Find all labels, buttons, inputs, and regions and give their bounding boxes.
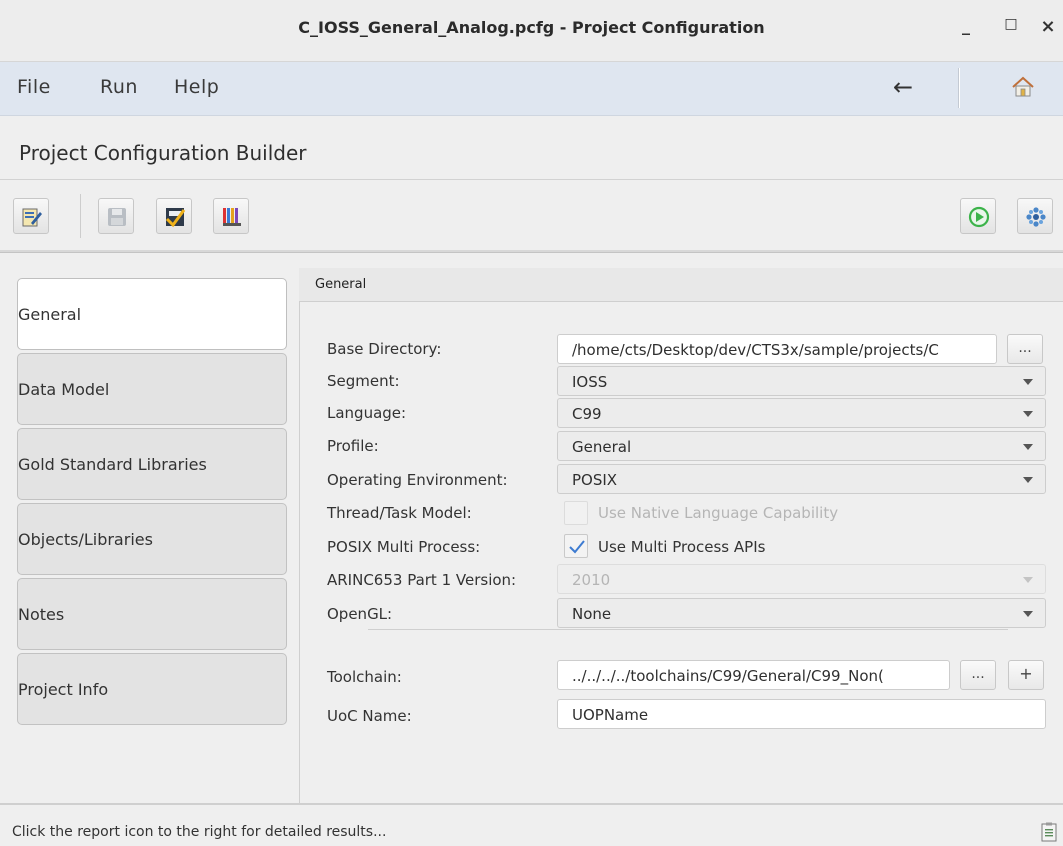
settings-icon (1026, 207, 1046, 227)
run-icon (968, 206, 990, 228)
language-select[interactable]: C99 (557, 398, 1046, 428)
opengl-select[interactable]: None (557, 598, 1046, 628)
tab-label: Project Info (18, 680, 109, 699)
panel-title: General (315, 277, 367, 292)
profile-label: Profile: (327, 437, 379, 455)
tab-notes[interactable]: Notes (17, 578, 287, 650)
base-directory-value: /home/cts/Desktop/dev/CTS3x/sample/proje… (572, 341, 939, 359)
status-message: Click the report icon to the right for d… (12, 824, 387, 840)
tab-general[interactable]: General (17, 278, 287, 350)
run-button[interactable] (960, 198, 996, 234)
arinc653-version-value: 2010 (572, 571, 611, 589)
opengl-value: None (572, 605, 612, 623)
panel-bottom-border (0, 803, 1063, 805)
menu-run[interactable]: Run (100, 76, 138, 98)
multi-process-checkbox[interactable] (564, 534, 588, 558)
profile-value: General (572, 438, 632, 456)
menu-help[interactable]: Help (174, 76, 219, 98)
chevron-down-icon (1023, 379, 1033, 385)
settings-button[interactable] (1017, 198, 1053, 234)
base-directory-browse-button[interactable]: ... (1007, 334, 1043, 364)
opengl-label: OpenGL: (327, 605, 393, 623)
tab-label: Gold Standard Libraries (18, 455, 207, 474)
operating-environment-label: Operating Environment: (327, 471, 508, 489)
thread-task-model-label: Thread/Task Model: (327, 504, 472, 522)
profile-select[interactable]: General (557, 431, 1046, 461)
tab-label: Notes (18, 605, 65, 624)
native-language-checkbox-label: Use Native Language Capability (598, 504, 839, 522)
operating-environment-value: POSIX (572, 471, 618, 489)
save-icon (108, 208, 126, 226)
tab-data-model[interactable]: Data Model (17, 353, 287, 425)
language-label: Language: (327, 404, 407, 422)
tab-label: Data Model (18, 380, 110, 399)
window-title: C_IOSS_General_Analog.pcfg - Project Con… (298, 18, 765, 37)
heading-divider (0, 179, 1063, 180)
close-button[interactable]: × (1036, 16, 1060, 40)
toolbar-divider (0, 250, 1063, 253)
arinc653-version-label: ARINC653 Part 1 Version: (327, 571, 517, 589)
toolchain-field[interactable]: ../../../../toolchains/C99/General/C99_N… (557, 660, 950, 690)
toolchain-label: Toolchain: (327, 668, 402, 686)
toolchain-value: ../../../../toolchains/C99/General/C99_N… (572, 667, 884, 685)
toolchain-add-button[interactable]: + (1008, 660, 1044, 690)
report-columns-icon (223, 208, 241, 226)
tab-project-info[interactable]: Project Info (17, 653, 287, 725)
native-language-checkbox[interactable] (564, 501, 588, 525)
chevron-down-icon (1023, 611, 1033, 617)
tab-gold-standard-libraries[interactable]: Gold Standard Libraries (17, 428, 287, 500)
chevron-down-icon (1023, 444, 1033, 450)
toolchain-browse-button[interactable]: ... (960, 660, 996, 690)
segment-label: Segment: (327, 372, 400, 390)
segment-select[interactable]: IOSS (557, 366, 1046, 396)
multi-process-checkbox-label: Use Multi Process APIs (598, 538, 766, 556)
tab-label: Objects/Libraries (18, 530, 153, 549)
report-columns-button[interactable] (213, 198, 249, 234)
validate-button[interactable] (156, 198, 192, 234)
operating-environment-select[interactable]: POSIX (557, 464, 1046, 494)
menu-bar: File Run Help ← (0, 62, 1063, 116)
toolbar-separator (80, 194, 81, 238)
back-arrow-icon[interactable]: ← (893, 73, 913, 101)
chevron-down-icon (1023, 477, 1033, 483)
tab-label: General (18, 305, 82, 324)
edit-config-icon (22, 208, 42, 227)
panel-border (299, 268, 300, 804)
section-divider (368, 629, 1008, 630)
edit-config-button[interactable] (13, 198, 49, 234)
page-title: Project Configuration Builder (19, 141, 307, 165)
arinc653-version-select[interactable]: 2010 (557, 564, 1046, 594)
chevron-down-icon (1023, 411, 1033, 417)
menu-file[interactable]: File (17, 76, 51, 98)
checkmark-icon (569, 540, 585, 554)
menu-separator (958, 68, 960, 108)
base-directory-label: Base Directory: (327, 340, 442, 358)
uoc-name-label: UoC Name: (327, 707, 412, 725)
validate-icon (165, 208, 186, 228)
report-icon[interactable] (1041, 822, 1057, 842)
language-value: C99 (572, 405, 602, 423)
chevron-down-icon (1023, 577, 1033, 583)
uoc-name-value: UOPName (572, 706, 649, 724)
minimize-button[interactable]: _ (954, 16, 978, 40)
maximize-button[interactable]: □ (999, 16, 1023, 40)
posix-multi-process-label: POSIX Multi Process: (327, 538, 481, 556)
base-directory-field[interactable]: /home/cts/Desktop/dev/CTS3x/sample/proje… (557, 334, 997, 364)
uoc-name-field[interactable]: UOPName (557, 699, 1046, 729)
panel-header: General (299, 268, 1063, 302)
home-icon[interactable] (1011, 75, 1035, 99)
tab-objects-libraries[interactable]: Objects/Libraries (17, 503, 287, 575)
save-button[interactable] (98, 198, 134, 234)
segment-value: IOSS (572, 373, 608, 391)
title-bar: C_IOSS_General_Analog.pcfg - Project Con… (0, 0, 1063, 62)
